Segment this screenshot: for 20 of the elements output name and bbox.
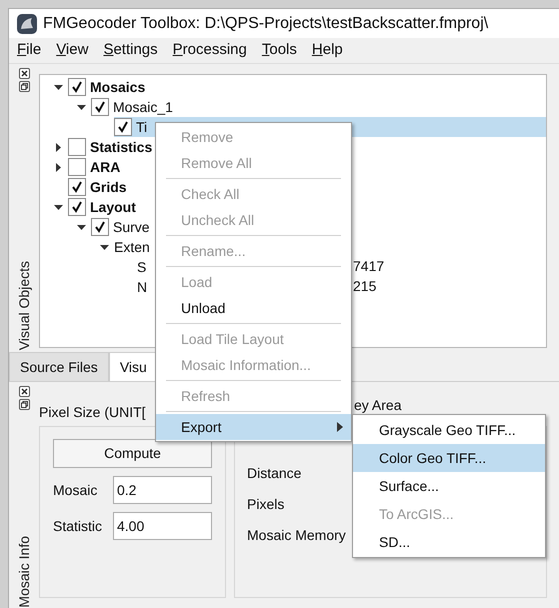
group-title: ey Area	[354, 396, 402, 415]
field-label: Statistic	[53, 516, 104, 536]
field-label: Mosaic Memory	[247, 526, 346, 545]
window-title: FMGeocoder Toolbox: D:\QPS-Projects\testBackscatter.fmproj\	[43, 14, 488, 34]
tree-item-value: 215	[353, 278, 376, 294]
tree-item-label: Ti	[136, 118, 148, 136]
dock-title: Mosaic Info	[14, 535, 32, 608]
dock-title: Visual Objects	[14, 260, 33, 350]
tree-item-label: Mosaics	[90, 78, 146, 96]
tree-item-label: Mosaic_1	[113, 98, 173, 117]
field-label: Mosaic	[53, 480, 98, 500]
field-label: Distance	[247, 464, 302, 483]
field-label: Pixels	[247, 495, 284, 514]
group-title: Pixel Size (UNIT[	[39, 402, 146, 422]
tree-item-value: 7417	[353, 258, 384, 274]
tree-item-label: Statistics	[90, 138, 152, 156]
tree-item-label: Layout	[90, 198, 136, 217]
tree-item-label: ARA	[90, 158, 120, 176]
tree-item-label: Surve	[113, 218, 150, 236]
tree-item-label: Grids	[90, 178, 127, 196]
